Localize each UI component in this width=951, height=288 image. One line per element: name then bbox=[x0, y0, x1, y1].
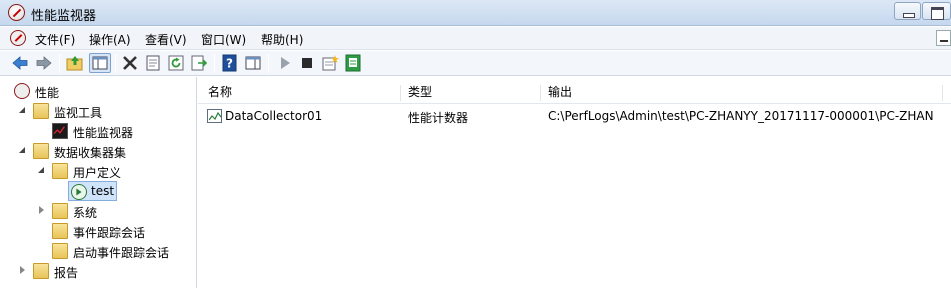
folder-icon bbox=[33, 143, 49, 159]
graph-icon bbox=[52, 123, 68, 139]
menu-help[interactable]: 帮助(H) bbox=[261, 31, 303, 48]
window-title: 性能监视器 bbox=[31, 9, 97, 24]
menu-view[interactable]: 查看(V) bbox=[145, 31, 187, 48]
menu-bar: 文件(F) 操作(A) 查看(V) 窗口(W) 帮助(H) bbox=[0, 27, 951, 50]
column-header-output[interactable]: 输出 bbox=[548, 83, 572, 103]
tree-item-system[interactable]: 系统 bbox=[0, 201, 196, 221]
properties-icon[interactable] bbox=[144, 54, 162, 72]
tree-label-user-defined: 用户定义 bbox=[73, 166, 122, 180]
back-icon[interactable] bbox=[11, 54, 29, 72]
tree-item-performance[interactable]: 性能 bbox=[0, 81, 196, 101]
tree-item-reports[interactable]: 报告 bbox=[0, 261, 196, 281]
folder-icon bbox=[52, 243, 68, 259]
user-folder-icon bbox=[52, 163, 68, 179]
tree-label-data-collector-sets: 数据收集器集 bbox=[54, 146, 127, 160]
forward-icon[interactable] bbox=[35, 54, 53, 72]
tree-item-user-defined[interactable]: 用户定义 bbox=[0, 161, 196, 181]
folder-icon bbox=[33, 103, 49, 119]
expanded-arrow-icon[interactable] bbox=[37, 166, 46, 175]
performance-icon bbox=[14, 83, 30, 99]
delete-icon[interactable] bbox=[121, 54, 139, 72]
cell-type: 性能计数器 bbox=[408, 111, 469, 125]
up-folder-icon[interactable] bbox=[66, 54, 84, 72]
maximize-button[interactable] bbox=[922, 2, 951, 20]
performance-monitor-app-icon bbox=[8, 4, 25, 21]
title-bar: 性能监视器 bbox=[0, 0, 951, 26]
new-icon[interactable] bbox=[321, 54, 339, 72]
tree-label-reports: 报告 bbox=[54, 266, 79, 280]
minimize-button[interactable] bbox=[894, 2, 921, 20]
collector-set-icon bbox=[71, 184, 87, 200]
expanded-arrow-icon[interactable] bbox=[18, 146, 27, 155]
result-list: 名称 类型 输出 DataCollector01 性能计数器 C:\PerfLo… bbox=[198, 77, 951, 288]
refresh-icon[interactable] bbox=[167, 54, 185, 72]
child-minimize-button[interactable] bbox=[936, 30, 951, 46]
menu-file[interactable]: 文件(F) bbox=[35, 31, 75, 48]
console-menu-icon[interactable] bbox=[10, 30, 26, 46]
cell-name[interactable]: DataCollector01 bbox=[225, 109, 322, 123]
menu-action[interactable]: 操作(A) bbox=[89, 31, 131, 48]
folder-icon bbox=[52, 223, 68, 239]
show-hide-action-pane-icon[interactable] bbox=[244, 54, 262, 72]
svg-text:?: ? bbox=[226, 57, 233, 71]
toolbar: ? bbox=[0, 51, 951, 76]
tree-label-test: test bbox=[91, 184, 115, 198]
cell-output: C:\PerfLogs\Admin\test\PC-ZHANYY_2017111… bbox=[548, 109, 934, 123]
expanded-arrow-icon[interactable] bbox=[18, 106, 27, 115]
collapsed-arrow-icon[interactable] bbox=[37, 206, 46, 215]
tree-label-system: 系统 bbox=[73, 206, 98, 220]
stop-icon[interactable] bbox=[298, 54, 316, 72]
report-icon[interactable] bbox=[344, 54, 362, 72]
list-header bbox=[198, 82, 951, 104]
menu-window[interactable]: 窗口(W) bbox=[201, 31, 246, 48]
column-header-type[interactable]: 类型 bbox=[408, 83, 432, 103]
tree-label-event-trace-sessions: 事件跟踪会话 bbox=[73, 226, 146, 240]
help-icon[interactable]: ? bbox=[221, 54, 239, 72]
show-hide-console-tree-icon[interactable] bbox=[89, 53, 111, 73]
tree-label-startup-event-trace-sessions: 启动事件跟踪会话 bbox=[73, 246, 170, 260]
tree-item-performance-monitor[interactable]: 性能监视器 bbox=[0, 121, 196, 141]
export-list-icon[interactable] bbox=[190, 54, 208, 72]
collapsed-arrow-icon[interactable] bbox=[18, 266, 27, 275]
tree-item-data-collector-sets[interactable]: 数据收集器集 bbox=[0, 141, 196, 161]
tree-label-performance: 性能 bbox=[35, 86, 60, 100]
tree-label-performance-monitor: 性能监视器 bbox=[73, 126, 134, 140]
performance-counter-icon bbox=[207, 109, 222, 123]
column-header-name[interactable]: 名称 bbox=[208, 83, 232, 103]
console-tree: 性能 监视工具 性能监视器 数据收集器集 用户定义 test 系统 事件跟踪会话 bbox=[0, 77, 197, 288]
start-icon[interactable] bbox=[276, 54, 294, 72]
system-folder-icon bbox=[52, 203, 68, 219]
tree-label-monitoring-tools: 监视工具 bbox=[54, 106, 103, 120]
tree-item-monitoring-tools[interactable]: 监视工具 bbox=[0, 101, 196, 121]
tree-item-event-trace-sessions[interactable]: 事件跟踪会话 bbox=[0, 221, 196, 241]
reports-folder-icon bbox=[33, 263, 49, 279]
tree-item-test[interactable]: test bbox=[68, 181, 117, 201]
tree-item-startup-event-trace-sessions[interactable]: 启动事件跟踪会话 bbox=[0, 241, 196, 261]
